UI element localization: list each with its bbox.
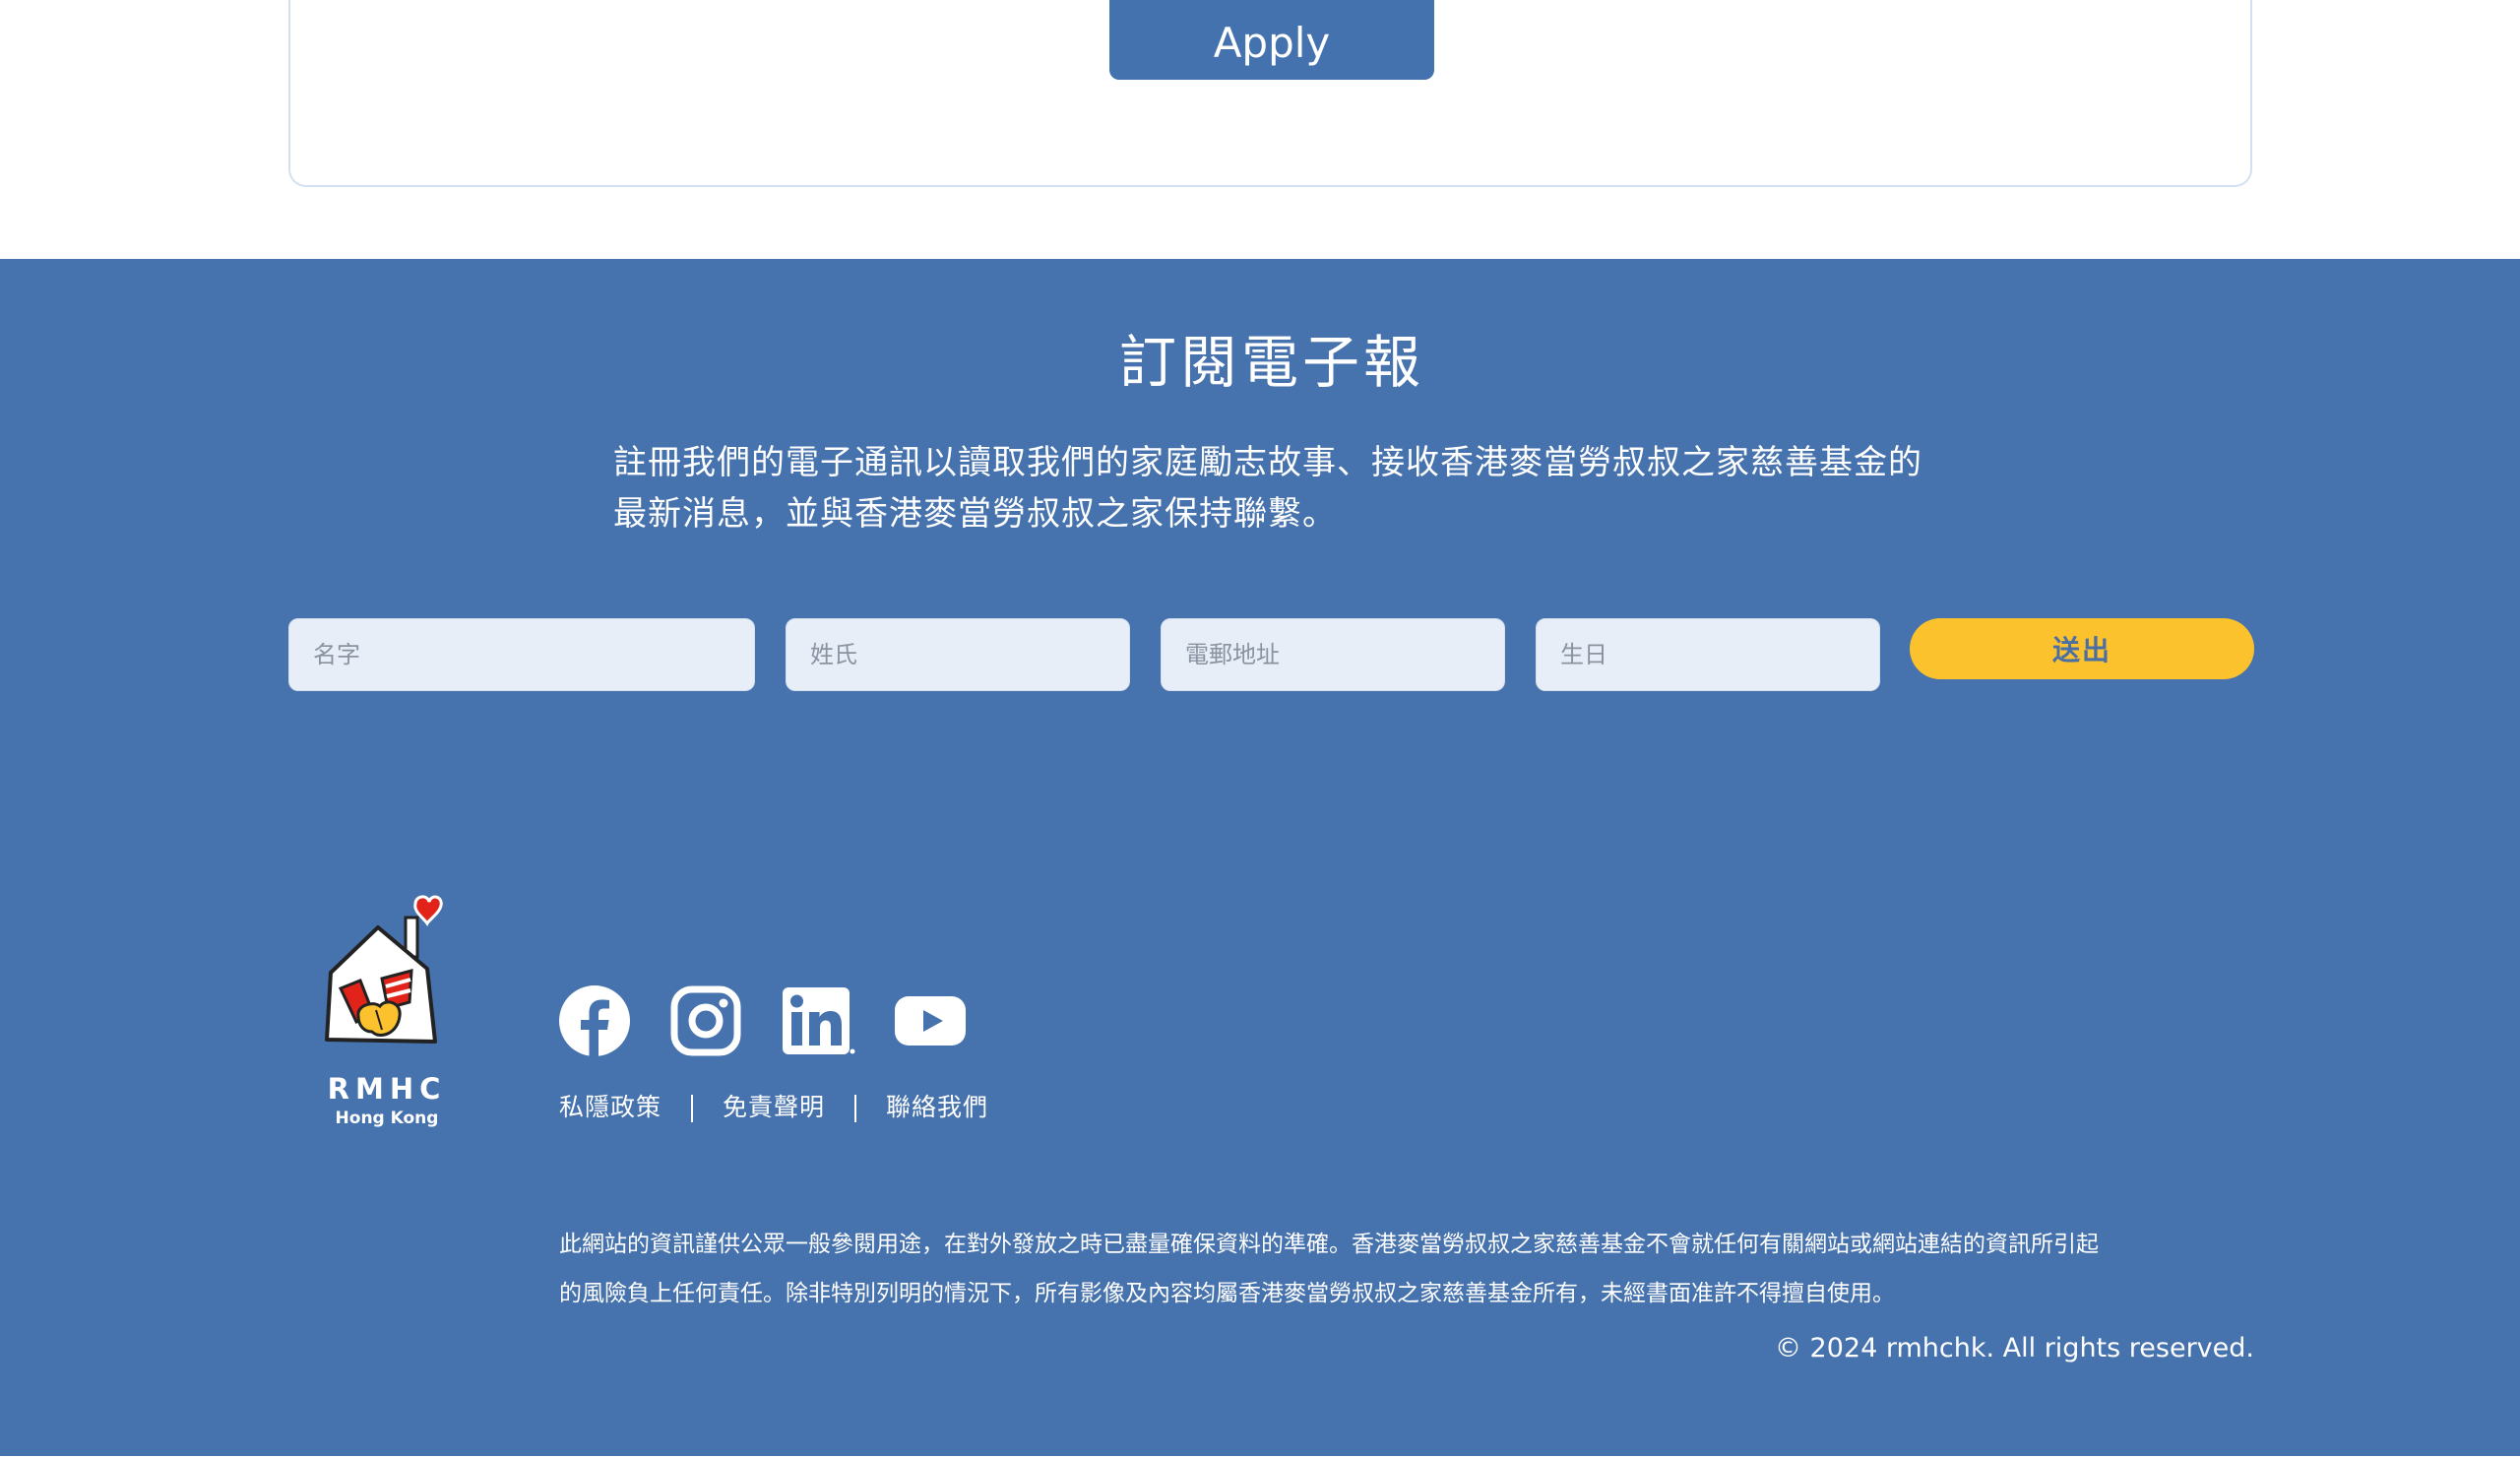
- newsletter-title: 訂閱電子報: [1118, 329, 1424, 396]
- instagram-icon[interactable]: [670, 985, 741, 1056]
- rmhc-logo-subtitle: Hong Kong: [335, 1109, 439, 1128]
- privacy-policy-link[interactable]: 私隱政策: [559, 1093, 662, 1121]
- footer-links: 私隱政策 免責聲明 聯絡我們: [559, 1088, 988, 1127]
- newsletter-description: 註冊我們的電子通訊以讀取我們的家庭勵志故事、接收香港麥當勞叔叔之家慈善基金的 最…: [613, 437, 1922, 539]
- rmhc-logo[interactable]: RMHC Hong Kong: [317, 892, 455, 1133]
- newsletter-description-line-2: 最新消息，並與香港麥當勞叔叔之家保持聯繫。: [613, 494, 1337, 534]
- disclaimer-line-2: 的風險負上任何責任。除非特別列明的情況下，所有影像及內容均屬香港麥當勞叔叔之家慈…: [559, 1281, 1895, 1306]
- link-divider: [854, 1095, 857, 1122]
- disclaimer-line-1: 此網站的資訊謹供公眾一般參閱用途，在對外發放之時已盡量確保資料的準確。香港麥當勞…: [559, 1232, 2099, 1257]
- copyright-text: © 2024 rmhchk. All rights reserved.: [1774, 1333, 2254, 1363]
- disclaimer-text: 此網站的資訊謹供公眾一般參閱用途，在對外發放之時已盡量確保資料的準確。香港麥當勞…: [559, 1220, 2256, 1318]
- youtube-icon[interactable]: [895, 985, 966, 1056]
- link-divider: [691, 1095, 694, 1122]
- apply-button[interactable]: Apply: [1109, 0, 1434, 80]
- linkedin-icon[interactable]: [783, 985, 855, 1056]
- submit-button[interactable]: 送出: [1910, 618, 2254, 679]
- rmhc-logo-text: RMHC: [327, 1072, 447, 1106]
- email-input[interactable]: [1161, 618, 1505, 691]
- disclaimer-link[interactable]: 免責聲明: [723, 1093, 825, 1121]
- newsletter-description-line-1: 註冊我們的電子通訊以讀取我們的家庭勵志故事、接收香港麥當勞叔叔之家慈善基金的: [613, 443, 1922, 482]
- birthday-input[interactable]: [1536, 618, 1880, 691]
- contact-us-link[interactable]: 聯絡我們: [886, 1093, 988, 1121]
- first-name-input[interactable]: [288, 618, 755, 691]
- site-footer: 訂閱電子報 註冊我們的電子通訊以讀取我們的家庭勵志故事、接收香港麥當勞叔叔之家慈…: [0, 259, 2520, 1457]
- facebook-icon[interactable]: [559, 985, 630, 1056]
- rmhc-house-icon: [325, 895, 443, 1044]
- last-name-input[interactable]: [786, 618, 1130, 691]
